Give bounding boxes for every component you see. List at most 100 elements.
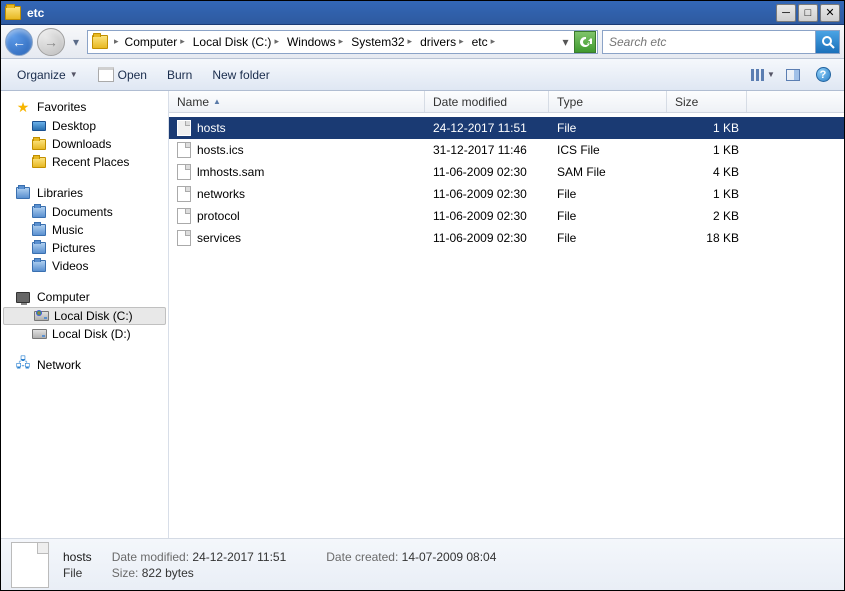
cell-type: ICS File xyxy=(549,143,667,157)
file-icon xyxy=(177,164,191,180)
burn-button[interactable]: Burn xyxy=(159,64,200,86)
minimize-button[interactable]: ─ xyxy=(776,4,796,22)
cell-date: 11-06-2009 02:30 xyxy=(425,209,549,223)
file-icon xyxy=(177,208,191,224)
cell-size: 18 KB xyxy=(667,231,747,245)
file-icon xyxy=(177,142,191,158)
details-modified: 24-12-2017 11:51 xyxy=(192,550,286,564)
sidebar-favorites[interactable]: ★ Favorites xyxy=(1,97,168,117)
views-button[interactable]: ▼ xyxy=(750,63,776,87)
chevron-right-icon: ▸ xyxy=(274,36,279,47)
history-dropdown[interactable]: ▾ xyxy=(69,29,83,55)
folder-icon xyxy=(5,6,21,20)
table-row[interactable]: networks11-06-2009 02:30File1 KB xyxy=(169,183,844,205)
cell-type: File xyxy=(549,209,667,223)
sidebar-item[interactable]: Pictures xyxy=(1,239,168,257)
breadcrumb-item[interactable]: Computer▸ xyxy=(121,31,189,53)
sidebar-item[interactable]: Music xyxy=(1,221,168,239)
breadcrumb-item[interactable]: Local Disk (C:)▸ xyxy=(189,31,283,53)
libraries-icon xyxy=(15,185,31,201)
sidebar-item-label: Local Disk (D:) xyxy=(52,327,131,341)
details-type: File xyxy=(63,566,92,580)
refresh-button[interactable] xyxy=(574,31,596,53)
arrow-left-icon: ← xyxy=(12,34,26,50)
column-date[interactable]: Date modified xyxy=(425,91,549,112)
forward-button[interactable]: → xyxy=(37,28,65,56)
sort-asc-icon: ▲ xyxy=(213,97,221,106)
cell-name: networks xyxy=(169,186,425,202)
sidebar-label: Computer xyxy=(37,290,90,304)
back-button[interactable]: ← xyxy=(5,28,33,56)
file-icon xyxy=(11,542,49,588)
sidebar-libraries[interactable]: Libraries xyxy=(1,183,168,203)
cell-date: 31-12-2017 11:46 xyxy=(425,143,549,157)
file-rows[interactable]: hosts24-12-2017 11:51File1 KBhosts.ics31… xyxy=(169,113,844,538)
address-bar[interactable]: ▸ Computer▸Local Disk (C:)▸Windows▸Syste… xyxy=(87,30,598,54)
sidebar-network[interactable]: 🖧 Network xyxy=(1,355,168,375)
sidebar-item-label: Pictures xyxy=(52,241,95,255)
drive-win-icon xyxy=(33,308,49,324)
cell-name: services xyxy=(169,230,425,246)
computer-icon xyxy=(15,289,31,305)
title-bar: etc ─ □ ✕ xyxy=(1,1,844,25)
sidebar-item[interactable]: Documents xyxy=(1,203,168,221)
breadcrumb-item[interactable]: Windows▸ xyxy=(283,31,347,53)
table-row[interactable]: services11-06-2009 02:30File18 KB xyxy=(169,227,844,249)
help-button[interactable]: ? xyxy=(810,63,836,87)
sidebar-item-label: Local Disk (C:) xyxy=(54,309,133,323)
maximize-button[interactable]: □ xyxy=(798,4,818,22)
preview-pane-button[interactable] xyxy=(780,63,806,87)
lib-icon xyxy=(31,204,47,220)
folder-icon xyxy=(92,35,108,49)
new-folder-label: New folder xyxy=(212,68,269,82)
cell-name: hosts.ics xyxy=(169,142,425,158)
column-type[interactable]: Type xyxy=(549,91,667,112)
sidebar-item[interactable]: Local Disk (D:) xyxy=(1,325,168,343)
arrow-right-icon: → xyxy=(44,34,58,50)
cell-date: 11-06-2009 02:30 xyxy=(425,187,549,201)
chevron-down-icon: ▼ xyxy=(767,70,775,79)
breadcrumb-item[interactable]: System32▸ xyxy=(347,31,416,53)
new-folder-button[interactable]: New folder xyxy=(204,64,277,86)
sidebar-item-label: Music xyxy=(52,223,83,237)
open-button[interactable]: Open xyxy=(90,63,155,86)
address-dropdown[interactable]: ▾ xyxy=(556,31,574,53)
breadcrumb-item[interactable]: etc▸ xyxy=(468,31,500,53)
organize-button[interactable]: Organize▼ xyxy=(9,64,86,86)
drive-icon xyxy=(31,326,47,342)
search-input[interactable] xyxy=(603,35,815,49)
folder-icon xyxy=(31,154,47,170)
cell-date: 24-12-2017 11:51 xyxy=(425,121,549,135)
table-row[interactable]: lmhosts.sam11-06-2009 02:30SAM File4 KB xyxy=(169,161,844,183)
main-area: ★ Favorites DesktopDownloads Recent Place… xyxy=(1,91,844,538)
file-list: Name▲ Date modified Type Size hosts24-12… xyxy=(169,91,844,538)
column-size[interactable]: Size xyxy=(667,91,747,112)
breadcrumb-item[interactable]: drivers▸ xyxy=(416,31,468,53)
chevron-right-icon: ▸ xyxy=(491,36,496,47)
table-row[interactable]: protocol11-06-2009 02:30File2 KB xyxy=(169,205,844,227)
table-row[interactable]: hosts.ics31-12-2017 11:46ICS File1 KB xyxy=(169,139,844,161)
sidebar-label: Network xyxy=(37,358,81,372)
cell-type: SAM File xyxy=(549,165,667,179)
sidebar-item[interactable]: Downloads xyxy=(1,135,168,153)
search-box xyxy=(602,30,840,54)
details-created-label: Date created: xyxy=(326,550,398,564)
sidebar-item[interactable]: Local Disk (C:) xyxy=(3,307,166,325)
cell-date: 11-06-2009 02:30 xyxy=(425,165,549,179)
sidebar-computer[interactable]: Computer xyxy=(1,287,168,307)
cell-name: lmhosts.sam xyxy=(169,164,425,180)
breadcrumb-sep[interactable]: ▸ xyxy=(112,31,121,53)
sidebar-label: Libraries xyxy=(37,186,83,200)
sidebar-item-label: Documents xyxy=(52,205,113,219)
table-row[interactable]: hosts24-12-2017 11:51File1 KB xyxy=(169,117,844,139)
sidebar-item[interactable]: Recent Places xyxy=(1,153,168,171)
close-button[interactable]: ✕ xyxy=(820,4,840,22)
sidebar-item[interactable]: Desktop xyxy=(1,117,168,135)
preview-pane-icon xyxy=(786,69,800,81)
search-button[interactable] xyxy=(815,31,839,53)
sidebar-item[interactable]: Videos xyxy=(1,257,168,275)
sidebar-item-label: Recent Places xyxy=(52,155,129,169)
cell-name: protocol xyxy=(169,208,425,224)
chevron-right-icon: ▸ xyxy=(459,36,464,47)
column-name[interactable]: Name▲ xyxy=(169,91,425,112)
